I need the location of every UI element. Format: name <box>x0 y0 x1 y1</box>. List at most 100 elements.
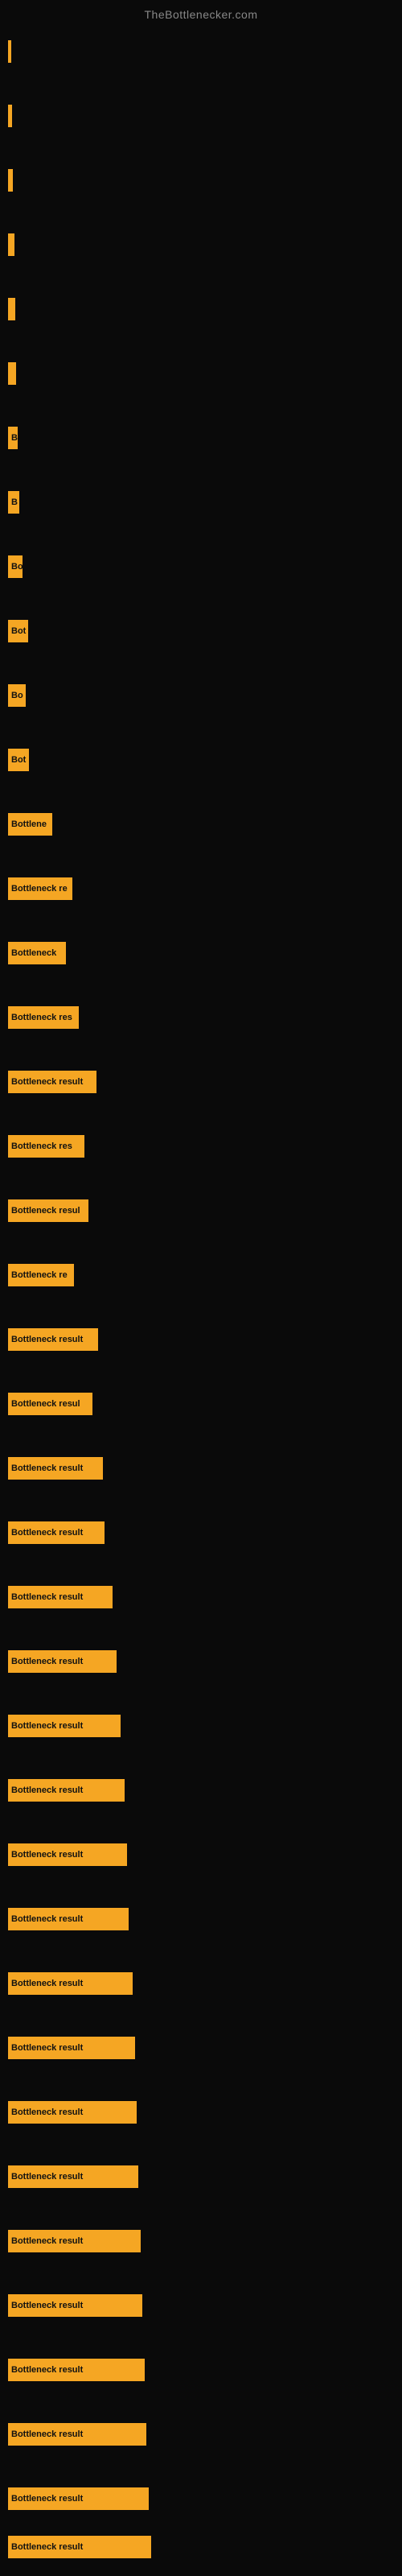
bar-row: Bo <box>8 555 23 578</box>
bar-row: Bottleneck result <box>8 2294 142 2317</box>
bar-label: Bottleneck result <box>11 2494 83 2504</box>
bar: Bottleneck resul <box>8 1393 92 1415</box>
bar <box>8 362 16 385</box>
bar-label: Bottleneck result <box>11 1528 83 1538</box>
bar-row <box>8 40 11 63</box>
bar-row: Bottleneck result <box>8 2536 151 2558</box>
bar: Bottleneck result <box>8 2359 145 2381</box>
bar-row: Bo <box>8 684 26 707</box>
bar-label: Bottleneck result <box>11 1914 83 1924</box>
chart-area: TheBottlenecker.com B B Bo Bot Bo Bot Bottlene… <box>0 0 402 2576</box>
bar-row: Bottleneck result <box>8 1457 103 1480</box>
bar-row: Bottleneck result <box>8 2487 149 2510</box>
bar-row: B <box>8 427 18 449</box>
bar-label: Bottleneck result <box>11 1721 83 1731</box>
bar: Bo <box>8 555 23 578</box>
bar: Bot <box>8 620 28 642</box>
bar-row: Bottleneck result <box>8 1779 125 1802</box>
bar-row: Bottleneck result <box>8 1972 133 1995</box>
bar-label: Bottleneck result <box>11 1335 83 1344</box>
bar <box>8 105 12 127</box>
bar-row <box>8 169 13 192</box>
bar <box>8 40 11 63</box>
bar-label: Bottleneck result <box>11 1657 83 1666</box>
bar-label: Bottleneck result <box>11 2429 83 2439</box>
bar-label: Bottleneck result <box>11 1785 83 1795</box>
bar-row: Bottleneck <box>8 942 66 964</box>
bar: Bottleneck result <box>8 1843 127 1866</box>
bar: Bottleneck re <box>8 1264 74 1286</box>
bar: Bottleneck result <box>8 1457 103 1480</box>
bar: Bottleneck result <box>8 1521 105 1544</box>
bar-label: Bottleneck result <box>11 1850 83 1860</box>
bar-row: Bottleneck result <box>8 2359 145 2381</box>
bar: Bottleneck resul <box>8 1199 88 1222</box>
bar-label: Bot <box>11 755 26 765</box>
bar: Bottleneck result <box>8 1715 121 1737</box>
bar-row: Bot <box>8 749 29 771</box>
bar: Bottleneck result <box>8 2536 151 2558</box>
bar-row: Bottleneck res <box>8 1135 84 1158</box>
bar-row: Bottleneck result <box>8 1328 98 1351</box>
bar-label: Bo <box>11 562 23 572</box>
bar-row: Bottleneck result <box>8 1715 121 1737</box>
bar-row: Bottleneck result <box>8 2165 138 2188</box>
bar: Bottleneck res <box>8 1135 84 1158</box>
bar: Bottleneck result <box>8 2294 142 2317</box>
bar-row: Bottleneck resul <box>8 1199 88 1222</box>
bar-row <box>8 298 15 320</box>
bar: Bottleneck re <box>8 877 72 900</box>
bar: B <box>8 427 18 449</box>
bar: Bottleneck result <box>8 1650 117 1673</box>
bar-row: Bottleneck result <box>8 2037 135 2059</box>
bar-row <box>8 362 16 385</box>
bar-label: Bottleneck result <box>11 1979 83 1988</box>
bar-row: Bottleneck result <box>8 1586 113 1608</box>
site-title: TheBottlenecker.com <box>0 0 402 25</box>
bar-label: Bot <box>11 626 26 636</box>
bar-row: Bottlene <box>8 813 52 836</box>
bar-label: Bottleneck result <box>11 2542 83 2552</box>
bar-label: Bottlene <box>11 819 47 829</box>
bar: Bottleneck result <box>8 2230 141 2252</box>
bar-label: Bottleneck result <box>11 2172 83 2182</box>
bar: Bottleneck result <box>8 1908 129 1930</box>
bar-row: Bottleneck re <box>8 877 72 900</box>
bar: Bottleneck <box>8 942 66 964</box>
bar-label: Bottleneck result <box>11 2236 83 2246</box>
bar-row: Bottleneck resul <box>8 1393 92 1415</box>
bar-label: Bo <box>11 691 23 700</box>
bar-row: Bot <box>8 620 28 642</box>
bar: Bo <box>8 684 26 707</box>
bar-label: B <box>11 497 18 507</box>
bar: Bottleneck result <box>8 2037 135 2059</box>
bar <box>8 169 13 192</box>
bar-label: Bottleneck result <box>11 1592 83 1602</box>
bar-label: Bottleneck result <box>11 2107 83 2117</box>
bar-label: Bottleneck res <box>11 1141 72 1151</box>
bar-label: Bottleneck result <box>11 2301 83 2310</box>
bar-label: Bottleneck result <box>11 1463 83 1473</box>
bar-label: Bottleneck resul <box>11 1399 80 1409</box>
bar-label: Bottleneck re <box>11 884 68 894</box>
bar: Bottleneck result <box>8 1586 113 1608</box>
bar-row <box>8 105 12 127</box>
bar <box>8 298 15 320</box>
bar-row: Bottleneck result <box>8 2230 141 2252</box>
bar: Bottleneck result <box>8 1328 98 1351</box>
bar: Bottleneck result <box>8 1071 96 1093</box>
bar-row: Bottleneck result <box>8 1071 96 1093</box>
bar: Bottleneck result <box>8 2101 137 2124</box>
bar-label: Bottleneck resul <box>11 1206 80 1216</box>
bar-row: Bottleneck result <box>8 1521 105 1544</box>
bar-row: Bottleneck result <box>8 1650 117 1673</box>
bar-label: Bottleneck result <box>11 2043 83 2053</box>
bar: Bottleneck result <box>8 1779 125 1802</box>
bar-row: Bottleneck result <box>8 1908 129 1930</box>
bar-label: Bottleneck result <box>11 2365 83 2375</box>
bar-label: Bottleneck res <box>11 1013 72 1022</box>
bar-row: Bottleneck result <box>8 2423 146 2446</box>
bar-row: Bottleneck re <box>8 1264 74 1286</box>
bar-label: Bottleneck result <box>11 1077 83 1087</box>
bar-row: Bottleneck result <box>8 1843 127 1866</box>
